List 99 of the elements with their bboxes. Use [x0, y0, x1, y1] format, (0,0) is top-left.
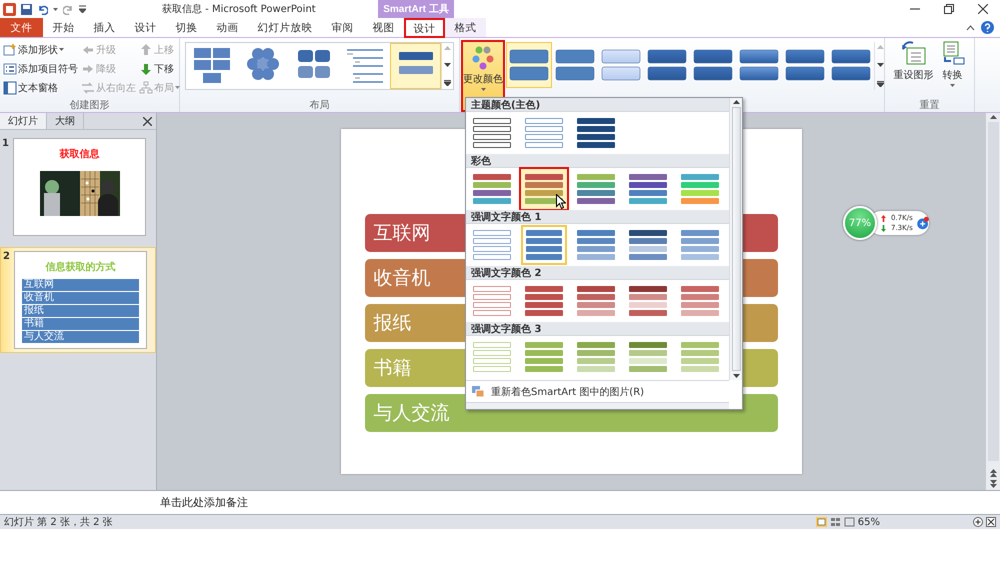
style-preview-icon: [601, 47, 641, 83]
ribbon-button[interactable]: 转换: [940, 40, 966, 98]
style-preview-icon: [831, 47, 871, 83]
zoom-in-icon[interactable]: [973, 517, 983, 527]
close-icon[interactable]: [978, 4, 988, 14]
group-label: 创建图形: [68, 98, 110, 112]
close-icon[interactable]: [143, 116, 152, 126]
style-preview-icon: [509, 47, 549, 83]
layout-preview-icon: [192, 46, 232, 86]
save-icon[interactable]: [21, 4, 32, 14]
scroll-down-icon[interactable]: [732, 374, 740, 378]
caret-icon: [53, 8, 58, 10]
scrollbar-thumb[interactable]: [988, 122, 998, 461]
help-icon[interactable]: [981, 21, 994, 34]
group-label: 布局: [308, 99, 330, 112]
ribbon-tab[interactable]: 开始: [43, 18, 84, 37]
menu-section-header: 强调文字颜色 1: [466, 210, 729, 224]
menu-section-header: 彩色: [466, 154, 729, 168]
scroll-up-icon[interactable]: [732, 100, 740, 104]
ribbon-button[interactable]: 重设图形: [894, 40, 934, 98]
menu-section-header: 主题颜色(主色): [466, 98, 729, 112]
color-option[interactable]: [521, 225, 567, 265]
scroll-down-icon[interactable]: [444, 63, 451, 67]
thumbnail-title: 信息获取的方式: [46, 260, 116, 274]
shape-plus-icon: [3, 42, 17, 56]
ribbon-button[interactable]: 添加形状: [3, 41, 78, 58]
zoom-level[interactable]: 65%: [858, 516, 880, 528]
upload-arrow-icon: [881, 214, 886, 222]
recolor-pictures-icon: [471, 385, 485, 398]
slide-thumbnail[interactable]: 获取信息: [13, 138, 146, 236]
style-preview-icon: [785, 47, 825, 83]
window-title: 获取信息 - Microsoft PowerPoint: [162, 2, 317, 16]
contextual-tab-label: SmartArt 工具: [378, 0, 454, 18]
notes-field[interactable]: 单击此处添加备注: [157, 496, 557, 509]
thumbnail-list-item: 报纸: [22, 305, 139, 317]
reset-graphic-icon: [900, 40, 926, 66]
style-preview-icon: [647, 47, 687, 83]
collapse-ribbon-icon[interactable]: [966, 24, 975, 30]
scroll-down-icon[interactable]: [877, 63, 884, 67]
arrow-up-icon: [139, 42, 153, 56]
menu-section-header: 强调文字颜色 2: [466, 266, 729, 280]
app-icon: [3, 2, 16, 16]
panel-tab[interactable]: 大纲: [47, 113, 84, 129]
slide-number: 2: [3, 251, 11, 262]
text-pane-icon: [3, 80, 17, 94]
download-arrow-icon: [881, 224, 886, 232]
color-dots-icon: [472, 46, 494, 70]
ribbon-tab[interactable]: 格式: [445, 18, 486, 37]
expand-gallery-icon[interactable]: [877, 81, 884, 87]
group-label: 重置: [918, 98, 940, 112]
layout-option[interactable]: [390, 43, 441, 89]
ribbon-tab[interactable]: 审阅: [322, 18, 363, 37]
panel-tab[interactable]: 幻灯片: [0, 113, 47, 129]
restore-icon[interactable]: [944, 4, 954, 14]
thumbnail-list-item: 书籍: [22, 318, 139, 330]
ribbon-tab[interactable]: 动画: [207, 18, 248, 37]
ribbon-tab[interactable]: 幻灯片放映: [248, 18, 322, 37]
style-preview-icon: [693, 47, 733, 83]
ribbon-tab[interactable]: 设计: [125, 18, 166, 37]
fit-window-icon[interactable]: [986, 517, 996, 527]
scroll-up-icon[interactable]: [990, 115, 996, 119]
caret-icon: [480, 88, 486, 91]
previous-slide-icon[interactable]: [990, 469, 996, 477]
ribbon-button[interactable]: 文本窗格: [3, 79, 78, 96]
style-preview-icon: [555, 47, 595, 83]
thumbnail-title: 获取信息: [60, 148, 100, 161]
ribbon-tab[interactable]: 插入: [84, 18, 125, 37]
ribbon-tab[interactable]: 设计: [404, 18, 445, 38]
menu-section-header: 强调文字颜色 3: [466, 322, 729, 336]
expand-gallery-icon[interactable]: [444, 80, 451, 86]
reading-view-icon[interactable]: [844, 517, 855, 527]
swap-arrows-icon: [81, 80, 95, 94]
bullet-list-icon: [3, 62, 17, 76]
ribbon-tab[interactable]: 视图: [363, 18, 404, 37]
normal-view-icon[interactable]: [816, 517, 827, 527]
undo-icon[interactable]: [37, 4, 48, 14]
ribbon-button[interactable]: 下移: [139, 60, 180, 77]
style-preview-icon: [739, 47, 779, 83]
caret-icon: [175, 86, 180, 89]
caret-icon: [950, 84, 955, 87]
style-option[interactable]: [506, 42, 552, 88]
color-option[interactable]: [521, 169, 567, 209]
slide-thumbnail-row[interactable]: 1 获取信息: [0, 135, 156, 239]
org-chart-icon: [139, 80, 153, 94]
caret-icon: [59, 48, 64, 51]
cursor-icon: [556, 194, 566, 209]
arrow-down-icon: [139, 62, 153, 76]
ribbon-tab[interactable]: 切换: [166, 18, 207, 37]
plus-icon[interactable]: [916, 215, 929, 231]
ribbon-tab[interactable]: 文件: [0, 18, 43, 37]
slide-sorter-icon[interactable]: [830, 517, 841, 527]
scrollbar-thumb[interactable]: [732, 107, 740, 371]
next-slide-icon[interactable]: [990, 480, 996, 488]
status-text: 幻灯片 第 2 张，共 2 张: [4, 516, 113, 529]
thumbnail-list-item: 互联网: [22, 279, 139, 291]
ribbon-button[interactable]: 添加项目符号: [3, 60, 78, 77]
customize-caret-icon[interactable]: [79, 5, 86, 13]
resize-grip[interactable]: [466, 402, 729, 409]
slide-number: 1: [2, 138, 10, 149]
